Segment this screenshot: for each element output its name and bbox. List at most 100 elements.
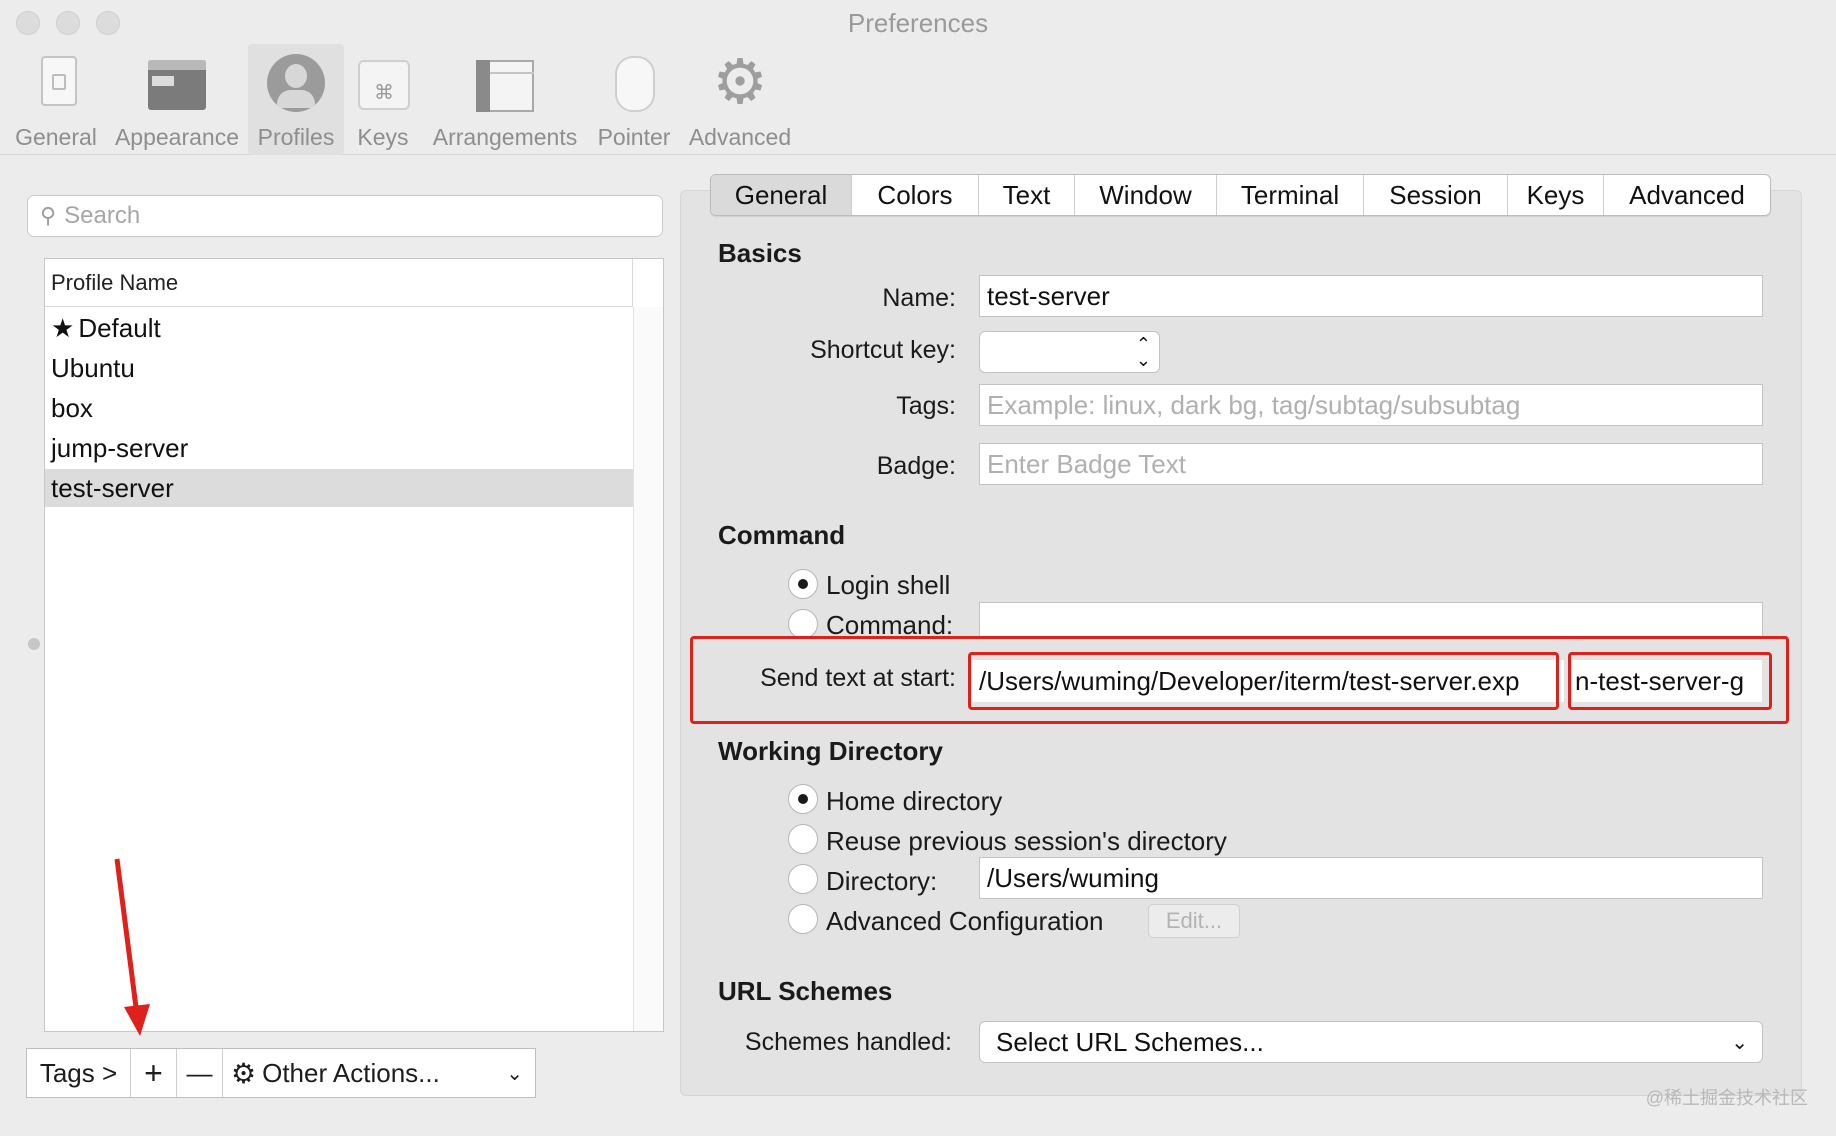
profile-name: test-server: [51, 472, 174, 503]
column-header-label: Profile Name: [51, 269, 179, 295]
tab-advanced[interactable]: Advanced: [1604, 175, 1770, 215]
working-directory-heading: Working Directory: [718, 736, 943, 766]
profile-row-default[interactable]: ★ Default: [45, 309, 633, 347]
advanced-config-label: Advanced Configuration: [826, 906, 1104, 936]
profile-row-box[interactable]: box: [45, 389, 633, 427]
chevron-down-icon: ⌄: [1731, 1031, 1748, 1054]
tags-toggle-button[interactable]: Tags >: [27, 1049, 131, 1097]
edit-button[interactable]: Edit...: [1148, 904, 1240, 938]
search-input[interactable]: ⚲ Search: [27, 195, 663, 237]
tab-general[interactable]: General: [711, 175, 852, 215]
tags-placeholder: Example: linux, dark bg, tag/subtag/subs…: [987, 389, 1521, 420]
tab-text[interactable]: Text: [979, 175, 1075, 215]
send-text-label: Send text at start:: [760, 664, 956, 692]
toolbar-appearance-label: Appearance: [114, 124, 240, 150]
home-directory-label: Home directory: [826, 786, 1003, 816]
profile-name: Ubuntu: [51, 352, 135, 383]
tab-window[interactable]: Window: [1075, 175, 1217, 215]
toolbar-appearance[interactable]: Appearance: [112, 44, 242, 155]
url-schemes-heading: URL Schemes: [718, 976, 893, 1006]
profile-name-column-header[interactable]: Profile Name: [45, 259, 633, 307]
toolbar-advanced[interactable]: ⚙ Advanced: [686, 44, 794, 155]
title-bar: Preferences General Appearance Profiles …: [0, 0, 1836, 155]
annotation-arrow: [114, 858, 150, 1036]
profile-row-ubuntu[interactable]: Ubuntu: [45, 349, 633, 387]
badge-label: Badge:: [876, 452, 956, 480]
advanced-config-radio[interactable]: [788, 904, 818, 934]
tab-terminal[interactable]: Terminal: [1217, 175, 1364, 215]
toolbar-general-label: General: [15, 124, 97, 150]
url-schemes-value: Select URL Schemes...: [996, 1026, 1264, 1057]
name-field[interactable]: test-server: [979, 275, 1763, 317]
gear-icon: ⚙: [712, 48, 768, 117]
arrangements-icon: [474, 52, 536, 114]
directory-label: Directory:: [826, 866, 938, 896]
login-shell-radio[interactable]: [788, 569, 818, 599]
edit-button-label: Edit...: [1165, 908, 1223, 933]
directory-field[interactable]: /Users/wuming: [979, 857, 1763, 899]
toolbar-pointer[interactable]: Pointer: [592, 44, 676, 155]
tab-label: Advanced: [1629, 179, 1745, 210]
split-handle[interactable]: [28, 638, 40, 650]
reuse-directory-radio[interactable]: [788, 824, 818, 854]
profile-row-jump-server[interactable]: jump-server: [45, 429, 633, 467]
highlight-box-path: [968, 652, 1559, 710]
profile-actions-bar: Tags > + — ⚙ Other Actions... ⌄: [26, 1048, 536, 1098]
toolbar-general[interactable]: General: [10, 44, 102, 155]
remove-profile-button[interactable]: —: [177, 1049, 223, 1097]
toolbar-advanced-label: Advanced: [688, 124, 792, 150]
window-title: Preferences: [847, 8, 989, 38]
schemes-handled-label: Schemes handled:: [744, 1028, 952, 1056]
keys-icon: ⌘: [352, 52, 414, 114]
tab-label: Colors: [877, 179, 953, 210]
minus-icon: —: [186, 1057, 213, 1088]
tab-label: Session: [1389, 179, 1482, 210]
plus-icon: +: [144, 1054, 163, 1091]
tab-label: General: [734, 179, 828, 210]
tab-label: Terminal: [1240, 179, 1340, 210]
command-heading: Command: [718, 520, 846, 550]
command-field[interactable]: [979, 602, 1763, 638]
search-placeholder: Search: [64, 202, 141, 229]
appearance-icon: [146, 52, 208, 114]
name-value: test-server: [987, 280, 1110, 311]
profile-row-test-server[interactable]: test-server: [45, 469, 633, 507]
name-label: Name:: [882, 284, 956, 312]
home-directory-radio[interactable]: [788, 784, 818, 814]
shortcut-key-popup[interactable]: ⌃ ⌄: [979, 331, 1160, 373]
toolbar-keys[interactable]: ⌘ Keys: [350, 44, 416, 155]
directory-value: /Users/wuming: [987, 862, 1159, 893]
tab-label: Text: [1002, 179, 1051, 210]
toolbar-keys-label: Keys: [357, 124, 409, 150]
search-icon: ⚲: [40, 203, 57, 228]
list-scrollbar[interactable]: [633, 307, 663, 1031]
other-actions-menu[interactable]: ⚙ Other Actions... ⌄: [223, 1049, 535, 1097]
tags-toggle-label: Tags >: [39, 1057, 118, 1088]
toolbar-profiles-label: Profiles: [257, 124, 335, 150]
profile-name: Default: [78, 312, 161, 343]
up-down-chevron-icon: ⌃ ⌄: [1135, 334, 1151, 370]
gear-icon: ⚙: [231, 1057, 257, 1089]
toolbar-pointer-label: Pointer: [597, 124, 671, 150]
command-radio[interactable]: [788, 609, 818, 639]
tab-colors[interactable]: Colors: [852, 175, 979, 215]
tags-field[interactable]: Example: linux, dark bg, tag/subtag/subs…: [979, 384, 1763, 426]
tab-session[interactable]: Session: [1364, 175, 1508, 215]
url-schemes-select[interactable]: Select URL Schemes... ⌄: [979, 1021, 1763, 1063]
add-profile-button[interactable]: +: [131, 1049, 177, 1097]
profiles-icon: [265, 52, 327, 114]
basics-heading: Basics: [718, 238, 802, 268]
watermark: @稀土掘金技术社区: [1645, 1088, 1808, 1108]
tab-label: Window: [1099, 179, 1192, 210]
shortcut-key-label: Shortcut key:: [810, 336, 956, 364]
tab-keys[interactable]: Keys: [1508, 175, 1604, 215]
toolbar-arrangements-label: Arrangements: [432, 124, 578, 150]
directory-radio[interactable]: [788, 864, 818, 894]
toolbar-arrangements[interactable]: Arrangements: [428, 44, 582, 155]
tab-label: Keys: [1526, 179, 1585, 210]
reuse-directory-label: Reuse previous session's directory: [826, 826, 1227, 856]
settings-tabs: General Colors Text Window Terminal Sess…: [710, 174, 1771, 216]
toolbar-profiles[interactable]: Profiles: [248, 44, 344, 155]
badge-field[interactable]: Enter Badge Text: [979, 443, 1763, 485]
highlight-box-tail: [1568, 652, 1772, 710]
